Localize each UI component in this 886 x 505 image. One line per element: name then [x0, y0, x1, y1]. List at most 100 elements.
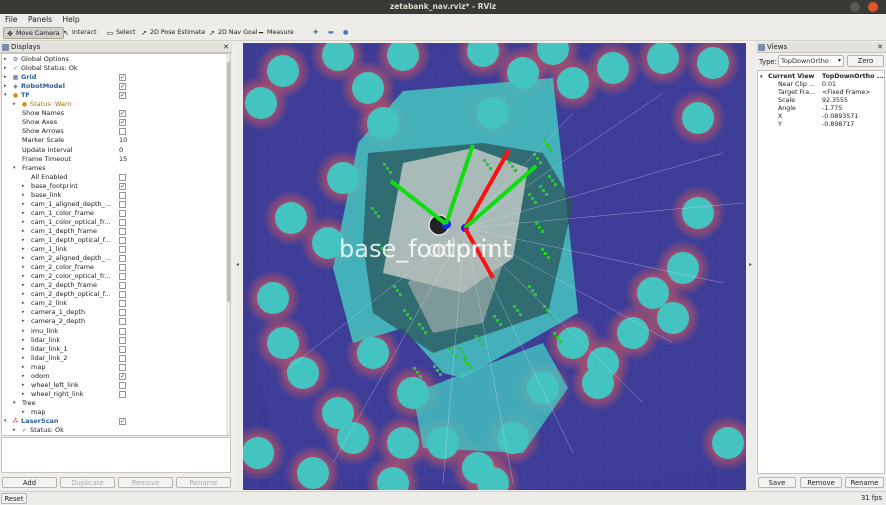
- expand-right-icon[interactable]: ▸: [22, 227, 25, 236]
- save-view-button[interactable]: Save: [758, 477, 796, 488]
- expand-right-icon[interactable]: ▸: [22, 254, 25, 263]
- zero-button[interactable]: Zero: [847, 55, 884, 67]
- property-value[interactable]: -1.775: [822, 105, 842, 113]
- display-row[interactable]: ▾ Tree: [2, 399, 226, 408]
- display-row[interactable]: ▸ cam_2_depth_optical_f...: [2, 290, 226, 299]
- right-splitter[interactable]: ▸: [747, 43, 755, 490]
- left-splitter[interactable]: ◂: [234, 43, 242, 490]
- tool-2d-nav-goal[interactable]: ➚ 2D Nav Goal: [206, 27, 261, 39]
- checkbox[interactable]: [119, 291, 126, 299]
- add-button[interactable]: Add: [2, 477, 57, 488]
- minimize-icon[interactable]: [850, 2, 860, 12]
- reset-button[interactable]: Reset: [1, 493, 27, 504]
- display-row[interactable]: ▸ cam_2_depth_frame: [2, 281, 226, 290]
- view-property-row[interactable]: Angle -1.775: [758, 105, 884, 113]
- expand-right-icon[interactable]: ▸: [22, 408, 25, 417]
- expand-right-icon[interactable]: ▸: [4, 73, 7, 82]
- display-row[interactable]: ▸ lidar_link_1: [2, 345, 226, 354]
- expand-down-icon[interactable]: ▾: [13, 164, 16, 173]
- display-row[interactable]: Show Axes ✓: [2, 118, 226, 127]
- display-row[interactable]: ▸ cam_2_aligned_depth_...: [2, 254, 226, 263]
- expand-right-icon[interactable]: ▸: [22, 363, 25, 372]
- close-icon[interactable]: ✕: [223, 42, 229, 53]
- rename-view-button[interactable]: Rename: [845, 477, 884, 488]
- expand-right-icon[interactable]: ▸: [13, 426, 16, 435]
- camera-focus-icon[interactable]: ●: [341, 27, 351, 39]
- display-row[interactable]: ▸ ✓ Global Status: Ok: [2, 64, 226, 73]
- expand-right-icon[interactable]: ▸: [13, 100, 16, 109]
- expand-right-icon[interactable]: ▸: [22, 200, 25, 209]
- checkbox[interactable]: ✓: [119, 119, 126, 127]
- display-row[interactable]: ▸ map: [2, 363, 226, 372]
- display-row[interactable]: ▾ Frames: [2, 164, 226, 173]
- menu-panels[interactable]: Panels: [28, 14, 52, 25]
- view-property-row[interactable]: Target Fra... <Fixed Frame>: [758, 89, 884, 97]
- display-row[interactable]: Update Interval 0: [2, 146, 226, 155]
- display-row[interactable]: ▸ ● Status: Warn: [2, 100, 226, 109]
- display-row[interactable]: ▸ cam_2_color_frame: [2, 263, 226, 272]
- collapse-right-icon[interactable]: ▸: [749, 261, 752, 268]
- zoom-in-icon[interactable]: ✚: [311, 27, 320, 39]
- display-row[interactable]: ▸ cam_1_depth_frame: [2, 227, 226, 236]
- checkbox[interactable]: ✓: [119, 372, 126, 380]
- display-row[interactable]: Show Names ✓: [2, 109, 226, 118]
- checkbox[interactable]: [119, 255, 126, 263]
- display-row[interactable]: Show Arrows: [2, 127, 226, 136]
- checkbox[interactable]: [119, 327, 126, 335]
- display-value[interactable]: 10: [119, 136, 127, 145]
- checkbox[interactable]: [119, 237, 126, 244]
- expand-right-icon[interactable]: ▸: [22, 263, 25, 272]
- close-icon[interactable]: ✕: [877, 42, 883, 53]
- view-property-row[interactable]: Scale 92.3555: [758, 97, 884, 105]
- checkbox[interactable]: [119, 309, 126, 317]
- expand-right-icon[interactable]: ▸: [22, 272, 25, 281]
- checkbox[interactable]: [119, 300, 126, 308]
- expand-right-icon[interactable]: ▸: [22, 236, 25, 245]
- rename-button[interactable]: Rename: [176, 477, 231, 488]
- display-row[interactable]: ▸ cam_1_link: [2, 245, 226, 254]
- display-row[interactable]: ▸ cam_1_color_frame: [2, 209, 226, 218]
- display-row[interactable]: ▸ cam_1_depth_optical_f...: [2, 236, 226, 245]
- checkbox[interactable]: [119, 390, 126, 398]
- menu-file[interactable]: File: [5, 14, 18, 25]
- display-row[interactable]: ▸ cam_2_color_optical_fr...: [2, 272, 226, 281]
- checkbox[interactable]: [119, 173, 126, 181]
- display-row[interactable]: Marker Scale 10: [2, 136, 226, 145]
- expand-right-icon[interactable]: ▸: [22, 245, 25, 254]
- checkbox[interactable]: [119, 209, 126, 217]
- checkbox[interactable]: [119, 273, 126, 281]
- menu-help[interactable]: Help: [62, 14, 79, 25]
- checkbox[interactable]: ✓: [119, 182, 126, 190]
- duplicate-button[interactable]: Duplicate: [60, 477, 115, 488]
- display-row[interactable]: ▾ ⁂ LaserScan ✓: [2, 417, 226, 426]
- view-property-row[interactable]: Y -0.898717: [758, 121, 884, 129]
- display-row[interactable]: ▸ lidar_link: [2, 336, 226, 345]
- expand-right-icon[interactable]: ▸: [22, 209, 25, 218]
- view-property-row[interactable]: Near Clip ... 0.01: [758, 81, 884, 89]
- expand-right-icon[interactable]: ▸: [22, 290, 25, 299]
- tool-interact[interactable]: ↖ Interact: [60, 27, 100, 39]
- remove-button[interactable]: Remove: [118, 477, 173, 488]
- display-row[interactable]: ▸ ▦ Grid ✓: [2, 73, 226, 82]
- current-view-row[interactable]: ▾ Current View TopDownOrtho ...: [758, 73, 884, 81]
- expand-right-icon[interactable]: ▸: [4, 82, 7, 91]
- collapse-left-icon[interactable]: ◂: [236, 261, 239, 268]
- checkbox[interactable]: [119, 381, 126, 389]
- display-row[interactable]: ▸ wheel_left_link: [2, 381, 226, 390]
- expand-down-icon[interactable]: ▾: [4, 417, 7, 426]
- display-row[interactable]: ▸ base_link: [2, 191, 226, 200]
- checkbox[interactable]: [119, 264, 126, 272]
- display-row[interactable]: ▸ camera_1_depth: [2, 308, 226, 317]
- expand-right-icon[interactable]: ▸: [22, 182, 25, 191]
- checkbox[interactable]: [119, 282, 126, 290]
- display-row[interactable]: ▾ ● TF ✓: [2, 91, 226, 100]
- expand-right-icon[interactable]: ▸: [22, 299, 25, 308]
- expand-right-icon[interactable]: ▸: [4, 55, 7, 64]
- expand-down-icon[interactable]: ▾: [760, 73, 763, 81]
- expand-right-icon[interactable]: ▸: [22, 281, 25, 290]
- expand-right-icon[interactable]: ▸: [22, 218, 25, 227]
- view-type-select[interactable]: TopDownOrtho ▾: [778, 55, 844, 67]
- tool-2d-pose-estimate[interactable]: ➚ 2D Pose Estimate: [138, 27, 208, 39]
- checkbox[interactable]: [119, 191, 126, 199]
- property-value[interactable]: -0.898717: [822, 121, 854, 129]
